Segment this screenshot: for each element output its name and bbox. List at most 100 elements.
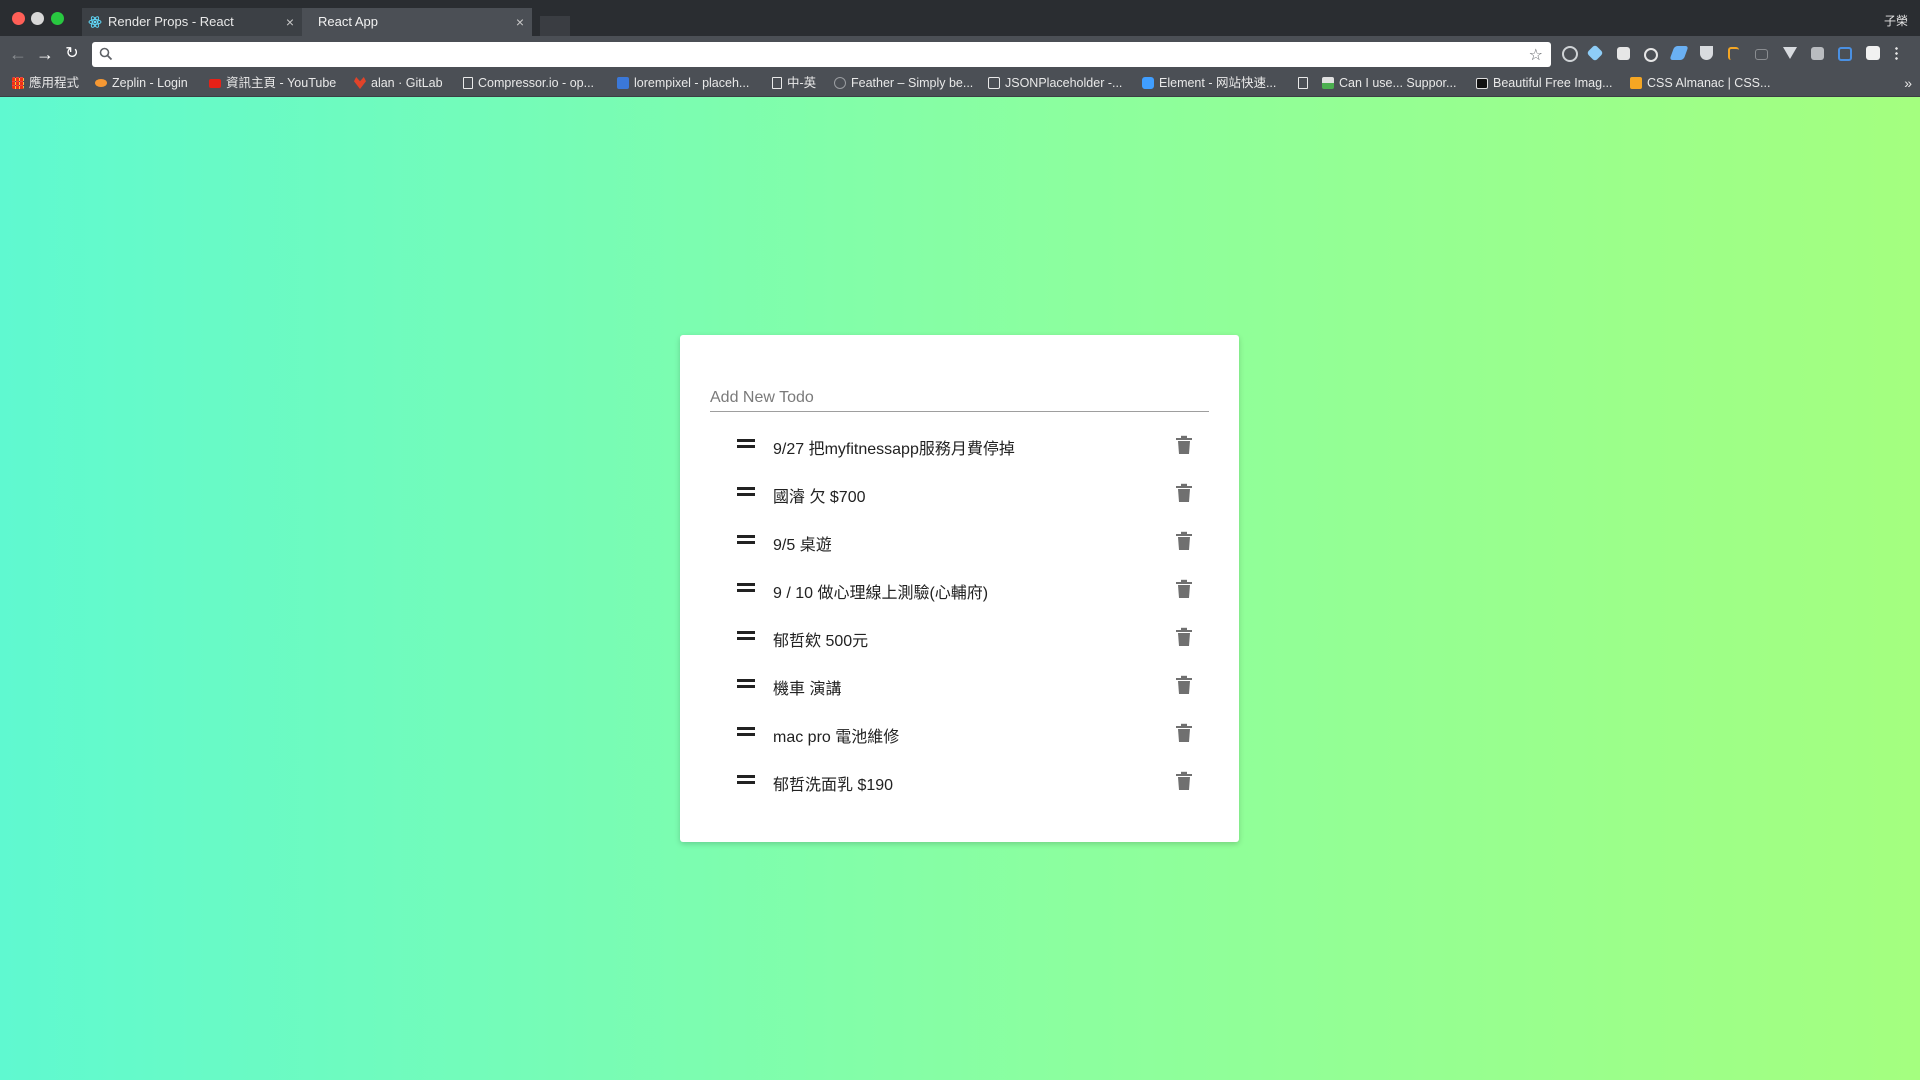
address-bar[interactable]: ☆: [92, 42, 1551, 67]
reload-icon[interactable]: ↻: [63, 45, 81, 63]
bookmarks-overflow-icon[interactable]: »: [1904, 72, 1912, 94]
tab-title: React App: [318, 14, 378, 29]
bookmark-label: 應用程式: [29, 76, 80, 90]
extension-vue-icon[interactable]: [1783, 47, 1797, 59]
todo-item: 9/27 把myfitnessapp服務月費停掉: [710, 422, 1209, 470]
bookmark-element[interactable]: Element - 网站快速...: [1142, 72, 1276, 96]
tab-react-app[interactable]: React App ×: [302, 8, 532, 36]
todo-text: 郁哲洗面乳 $190: [773, 777, 894, 794]
new-todo-input[interactable]: [710, 385, 1209, 412]
trash-icon[interactable]: [1175, 675, 1193, 695]
bookmark-label: Can I use... Suppor...: [1339, 76, 1457, 90]
bookmark-page[interactable]: [1298, 72, 1313, 96]
trash-icon[interactable]: [1175, 579, 1193, 599]
extension-code-icon[interactable]: [1755, 49, 1768, 60]
extension-git-icon[interactable]: [1728, 47, 1739, 60]
todo-item: 郁哲欸 500元: [710, 614, 1209, 662]
trash-icon[interactable]: [1175, 435, 1193, 455]
gitlab-icon: [354, 77, 366, 89]
forward-arrow-icon[interactable]: →: [36, 45, 54, 63]
todo-text: 機車 演講: [773, 681, 842, 698]
bookmark-star-icon[interactable]: ☆: [1529, 45, 1543, 65]
new-tab-button[interactable]: [540, 16, 570, 36]
css-almanac-icon: [1630, 77, 1642, 89]
drag-handle-icon[interactable]: [737, 631, 755, 641]
todo-text: 郁哲欸 500元: [773, 633, 869, 650]
profile-name[interactable]: 子榮: [1884, 12, 1908, 29]
extension-square-icon[interactable]: [1617, 47, 1630, 60]
zeplin-icon: [95, 79, 107, 87]
todo-item: 機車 演講: [710, 662, 1209, 710]
bookmark-compressor[interactable]: Compressor.io - op...: [463, 72, 594, 96]
extension-target-icon[interactable]: [1562, 46, 1578, 62]
maximize-window-button[interactable]: [51, 12, 64, 25]
extension-react-devtools-icon[interactable]: [1644, 48, 1658, 62]
bookmark-youtube[interactable]: 資訊主頁 - YouTube: [209, 72, 336, 96]
back-arrow-icon[interactable]: ←: [9, 45, 27, 63]
minimize-window-button[interactable]: [31, 12, 44, 25]
page-background: 9/27 把myfitnessapp服務月費停掉 國濬 欠 $700 9/5 桌…: [0, 97, 1920, 1080]
bookmarks-bar: 應用程式 Zeplin - Login 資訊主頁 - YouTube alan …: [0, 72, 1920, 97]
bookmark-css-almanac[interactable]: CSS Almanac | CSS...: [1630, 72, 1770, 96]
extension-white-icon[interactable]: [1866, 46, 1880, 60]
page-icon: [463, 77, 473, 89]
json-icon: [988, 77, 1000, 89]
bookmark-label: 資訊主頁 - YouTube: [226, 76, 337, 90]
feather-icon: [834, 77, 846, 89]
drag-handle-icon[interactable]: [737, 535, 755, 545]
todo-text: 9/27 把myfitnessapp服務月費停掉: [773, 441, 1015, 458]
youtube-icon: [209, 79, 221, 88]
tab-title: Render Props - React: [108, 14, 234, 29]
todo-card: 9/27 把myfitnessapp服務月費停掉 國濬 欠 $700 9/5 桌…: [680, 335, 1239, 842]
search-icon: [99, 47, 113, 61]
camera-icon: [1476, 78, 1488, 89]
bookmark-label: Compressor.io - op...: [478, 76, 595, 90]
trash-icon[interactable]: [1175, 483, 1193, 503]
drag-handle-icon[interactable]: [737, 439, 755, 449]
bookmark-gitlab[interactable]: alan · GitLab: [354, 72, 443, 96]
extension-selector-icon[interactable]: [1838, 47, 1852, 61]
chrome-menu-icon[interactable]: [1895, 46, 1898, 60]
todo-item: 國濬 欠 $700: [710, 470, 1209, 518]
trash-icon[interactable]: [1175, 531, 1193, 551]
browser-tab-bar: Render Props - React × React App × 子榮: [0, 0, 1920, 36]
drag-handle-icon[interactable]: [737, 583, 755, 593]
bookmark-label: JSONPlaceholder -...: [1005, 76, 1123, 90]
drag-handle-icon[interactable]: [737, 775, 755, 785]
bookmark-zeplin[interactable]: Zeplin - Login: [95, 72, 188, 96]
tab-close-icon[interactable]: ×: [286, 8, 294, 36]
todo-item: 9/5 桌遊: [710, 518, 1209, 566]
bookmark-jsonplaceholder[interactable]: JSONPlaceholder -...: [988, 72, 1122, 96]
bookmark-label: lorempixel - placeh...: [634, 76, 750, 90]
lorempixel-icon: [617, 77, 629, 89]
todo-item: 郁哲洗面乳 $190: [710, 758, 1209, 806]
trash-icon[interactable]: [1175, 627, 1193, 647]
extension-layers-icon[interactable]: [1811, 47, 1824, 60]
bookmark-lorempixel[interactable]: lorempixel - placeh...: [617, 72, 749, 96]
extension-shield-icon[interactable]: [1700, 46, 1713, 60]
todo-text: mac pro 電池維修: [773, 729, 900, 746]
tab-render-props[interactable]: Render Props - React ×: [82, 8, 302, 36]
todo-text: 國濬 欠 $700: [773, 489, 866, 506]
drag-handle-icon[interactable]: [737, 679, 755, 689]
bookmark-label: Zeplin - Login: [112, 76, 188, 90]
bookmark-caniuse[interactable]: Can I use... Suppor...: [1322, 72, 1456, 96]
react-icon: [88, 16, 102, 28]
apps-icon: [12, 77, 24, 89]
drag-handle-icon[interactable]: [737, 727, 755, 737]
bookmark-zh-en[interactable]: 中-英: [772, 72, 816, 96]
bookmark-apps[interactable]: 應用程式: [12, 72, 79, 96]
trash-icon[interactable]: [1175, 723, 1193, 743]
drag-handle-icon[interactable]: [737, 487, 755, 497]
bookmark-label: Feather – Simply be...: [851, 76, 974, 90]
bookmark-label: alan · GitLab: [371, 76, 443, 90]
todo-text: 9 / 10 做心理線上測驗(心輔府): [773, 585, 989, 602]
bookmark-beautiful-free-images[interactable]: Beautiful Free Imag...: [1476, 72, 1613, 96]
bookmark-label: Element - 网站快速...: [1159, 76, 1277, 90]
tab-close-icon[interactable]: ×: [516, 8, 524, 36]
trash-icon[interactable]: [1175, 771, 1193, 791]
page-icon: [1298, 77, 1308, 89]
todo-text: 9/5 桌遊: [773, 537, 832, 554]
bookmark-feather[interactable]: Feather – Simply be...: [834, 72, 973, 96]
close-window-button[interactable]: [12, 12, 25, 25]
